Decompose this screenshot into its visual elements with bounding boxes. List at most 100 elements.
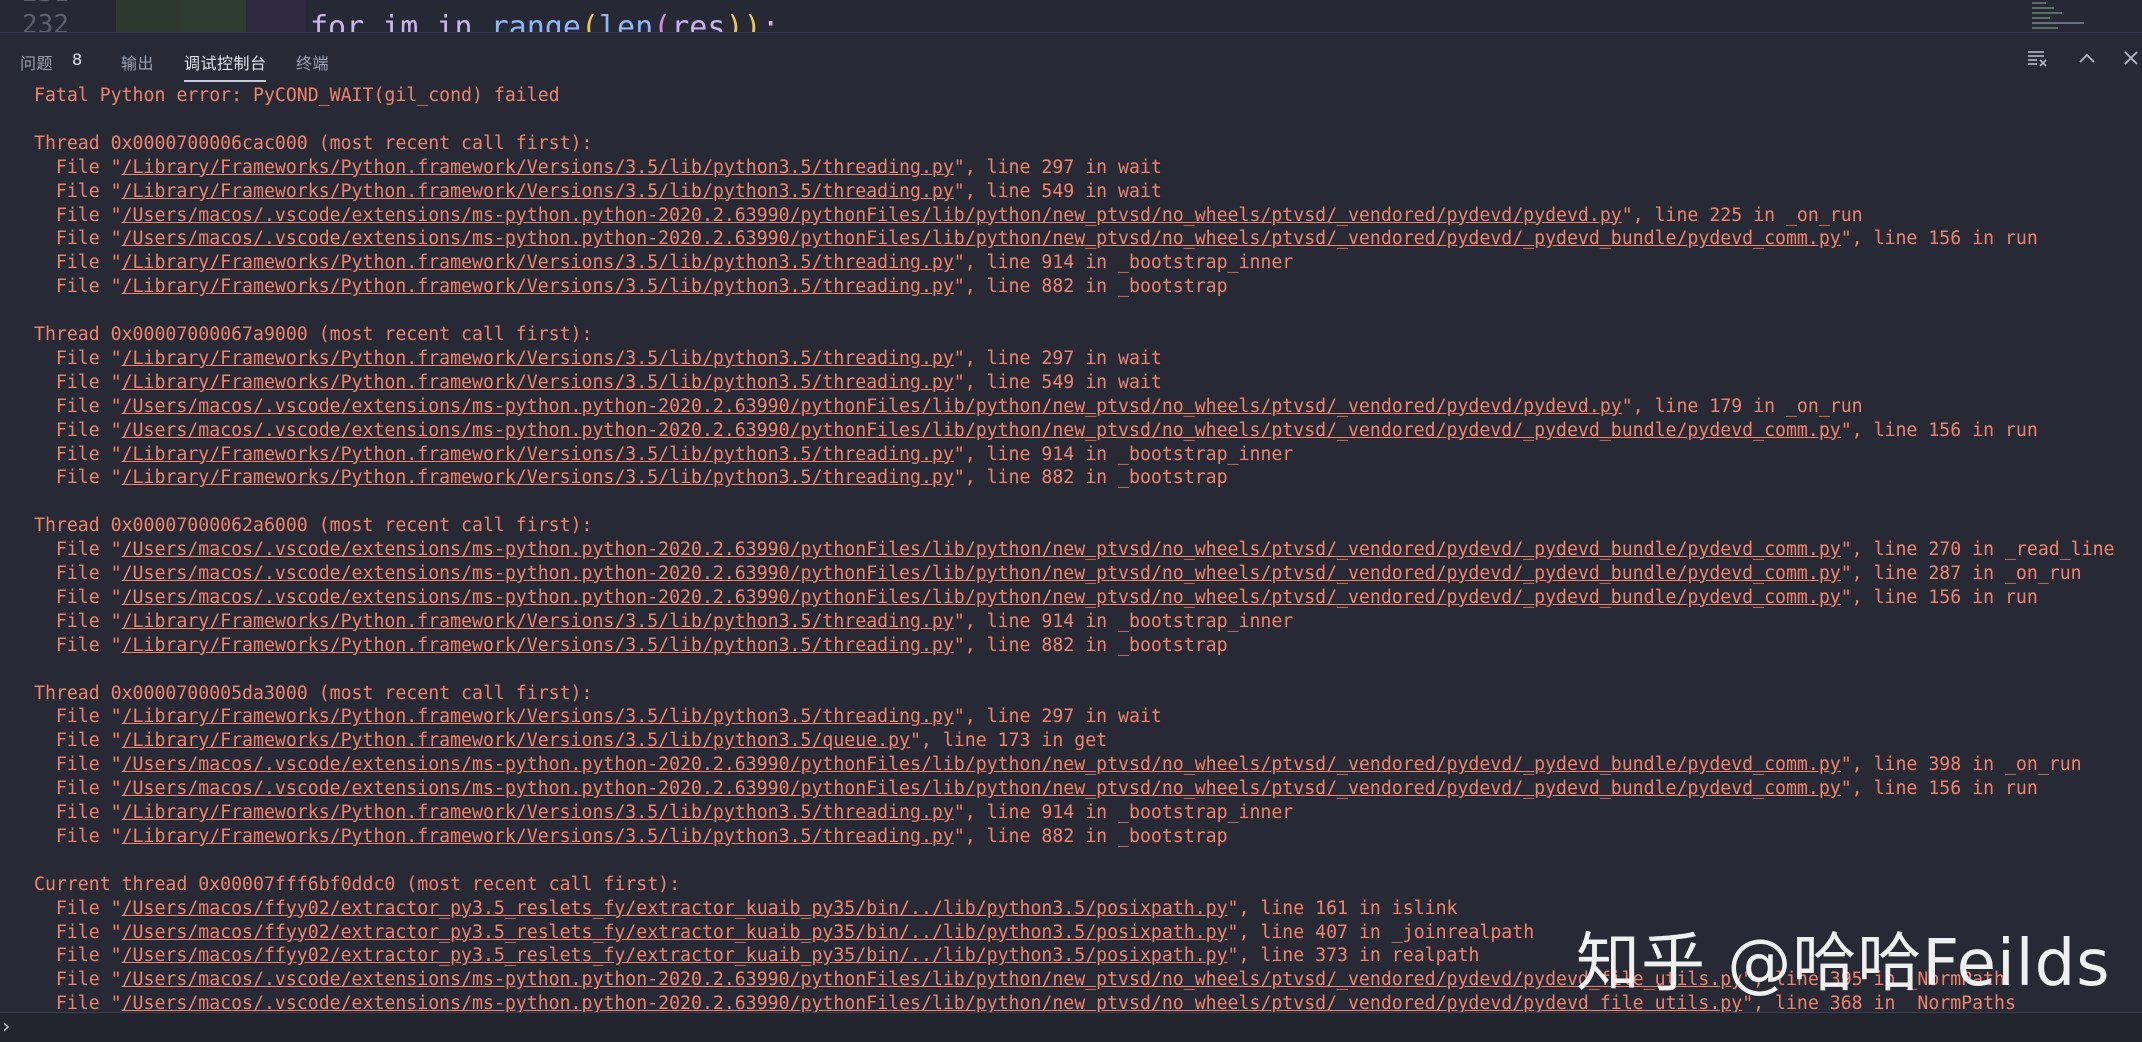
- console-line: File "/Library/Frameworks/Python.framewo…: [34, 825, 1228, 849]
- console-line-location: ", line 297 in wait: [953, 347, 1162, 369]
- tab-debug-console[interactable]: 调试控制台: [184, 50, 267, 74]
- console-line: File "/Users/macos/.vscode/extensions/ms…: [34, 395, 1863, 419]
- console-line-location: ", line 882 in _bootstrap: [953, 825, 1228, 847]
- console-line: File "/Users/macos/ffyy02/extractor_py3.…: [34, 944, 1480, 968]
- console-line: File "/Library/Frameworks/Python.framewo…: [34, 466, 1228, 490]
- code-builtin-range: range: [490, 10, 581, 32]
- file-path-link[interactable]: /Library/Frameworks/Python.framework/Ver…: [122, 826, 954, 847]
- git-gutter-added: [116, 0, 182, 32]
- console-line-text: File ": [34, 180, 122, 202]
- file-path-link[interactable]: /Users/macos/ffyy02/extractor_py3.5_resl…: [122, 922, 1228, 943]
- console-line: File "/Users/macos/.vscode/extensions/ms…: [34, 538, 2115, 562]
- console-line-location: ", line 914 in _bootstrap_inner: [953, 443, 1294, 465]
- console-line-text: File ": [34, 563, 122, 584]
- console-line-text: File ": [34, 156, 122, 178]
- console-line-text: File ": [34, 754, 122, 776]
- code-line[interactable]: for im in range(len(res)):: [310, 10, 780, 32]
- console-line-text: Fatal Python error: PyCOND_WAIT(gil_cond…: [34, 85, 560, 106]
- file-path-link[interactable]: /Users/macos/.vscode/extensions/ms-pytho…: [122, 563, 1841, 584]
- console-line-text: File ": [34, 252, 122, 274]
- console-line-location: ", line 882 in _bootstrap: [953, 467, 1228, 489]
- console-line: Thread 0x00007000067a9000 (most recent c…: [34, 323, 592, 347]
- file-path-link[interactable]: /Users/macos/.vscode/extensions/ms-pytho…: [122, 228, 1841, 249]
- file-path-link[interactable]: /Library/Frameworks/Python.framework/Ver…: [122, 276, 954, 297]
- file-path-link[interactable]: /Users/macos/.vscode/extensions/ms-pytho…: [122, 396, 1622, 417]
- console-line-location: ", line 270 in _read_line: [1840, 539, 2115, 561]
- console-line: File "/Library/Frameworks/Python.framewo…: [34, 443, 1293, 467]
- file-path-link[interactable]: /Users/macos/ffyy02/extractor_py3.5_resl…: [122, 898, 1228, 919]
- console-line-text: Thread 0x00007000062a6000 (most recent c…: [34, 515, 593, 537]
- file-path-link[interactable]: /Library/Frameworks/Python.framework/Ver…: [122, 706, 954, 727]
- console-line-text: File ": [34, 347, 122, 369]
- console-line: File "/Library/Frameworks/Python.framewo…: [34, 275, 1228, 299]
- vscode-window: 231 232 for im in range(len(res)): 问题 8 …: [0, 0, 2142, 1042]
- file-path-link[interactable]: /Library/Frameworks/Python.framework/Ver…: [122, 611, 954, 632]
- console-line-text: File ": [34, 610, 122, 632]
- console-line-location: ", line 398 in _on_run: [1840, 754, 2082, 776]
- clear-console-icon[interactable]: [2026, 47, 2048, 69]
- console-line: File "/Users/macos/.vscode/extensions/ms…: [34, 204, 1863, 228]
- file-path-link[interactable]: /Users/macos/.vscode/extensions/ms-pytho…: [122, 778, 1841, 799]
- console-line: File "/Users/macos/.vscode/extensions/ms…: [34, 419, 2038, 443]
- code-keyword: for im in: [310, 10, 491, 32]
- console-line: File "/Users/macos/ffyy02/extractor_py3.…: [34, 921, 1534, 945]
- console-line-text: File ": [34, 395, 122, 417]
- file-path-link[interactable]: /Users/macos/.vscode/extensions/ms-pytho…: [122, 205, 1622, 226]
- file-path-link[interactable]: /Library/Frameworks/Python.framework/Ver…: [122, 802, 954, 823]
- code-paren-2: (: [653, 10, 672, 32]
- tab-output[interactable]: 输出: [121, 50, 154, 74]
- console-line: File "/Library/Frameworks/Python.framewo…: [34, 801, 1293, 825]
- console-line-location: ", line 373 in realpath: [1227, 945, 1480, 967]
- maximize-panel-icon[interactable]: [2076, 47, 2098, 69]
- console-line-location: ", line 549 in wait: [953, 371, 1162, 393]
- console-line-text: File ": [34, 443, 122, 465]
- file-path-link[interactable]: /Users/macos/.vscode/extensions/ms-pytho…: [122, 993, 1743, 1012]
- console-line-text: File ": [34, 228, 122, 250]
- file-path-link[interactable]: /Library/Frameworks/Python.framework/Ver…: [122, 730, 910, 751]
- minimap[interactable]: [2032, 0, 2092, 30]
- file-path-link[interactable]: /Users/macos/.vscode/extensions/ms-pytho…: [122, 969, 1743, 990]
- console-line-location: ", line 173 in get: [910, 730, 1108, 752]
- file-path-link[interactable]: /Users/macos/ffyy02/extractor_py3.5_resl…: [122, 945, 1228, 966]
- file-path-link[interactable]: /Users/macos/.vscode/extensions/ms-pytho…: [122, 539, 1841, 560]
- console-line-location: ", line 882 in _bootstrap: [953, 276, 1228, 298]
- file-path-link[interactable]: /Users/macos/.vscode/extensions/ms-pytho…: [122, 420, 1841, 441]
- console-line: File "/Library/Frameworks/Python.framewo…: [34, 180, 1162, 204]
- file-path-link[interactable]: /Users/macos/.vscode/extensions/ms-pytho…: [122, 587, 1841, 608]
- console-line: File "/Library/Frameworks/Python.framewo…: [34, 251, 1293, 275]
- console-line-location: ", line 156 in run: [1840, 419, 2038, 441]
- console-line-location: ", line 225 in _on_run: [1621, 204, 1863, 226]
- tab-problems[interactable]: 问题: [20, 50, 53, 74]
- console-line: File "/Users/macos/ffyy02/extractor_py3.…: [34, 897, 1458, 921]
- console-line-location: ", line 287 in _on_run: [1840, 563, 2082, 584]
- file-path-link[interactable]: /Library/Frameworks/Python.framework/Ver…: [122, 181, 954, 202]
- file-path-link[interactable]: /Library/Frameworks/Python.framework/Ver…: [122, 372, 954, 393]
- file-path-link[interactable]: /Library/Frameworks/Python.framework/Ver…: [122, 348, 954, 369]
- editor-area[interactable]: 231 232 for im in range(len(res)):: [0, 0, 2142, 32]
- console-line: Thread 0x00007000062a6000 (most recent c…: [34, 514, 592, 538]
- close-panel-icon[interactable]: [2120, 47, 2142, 69]
- code-paren-close: )): [725, 10, 762, 32]
- tab-terminal[interactable]: 终端: [296, 50, 329, 74]
- console-line-location: ", line 179 in _on_run: [1621, 395, 1863, 417]
- console-line-location: ", line 914 in _bootstrap_inner: [953, 610, 1294, 632]
- debug-console-input[interactable]: ›: [0, 1012, 2142, 1042]
- console-line: File "/Users/macos/.vscode/extensions/ms…: [34, 562, 2082, 586]
- console-line-text: File ": [34, 969, 122, 991]
- console-line-location: ", line 156 in run: [1840, 778, 2038, 800]
- file-path-link[interactable]: /Library/Frameworks/Python.framework/Ver…: [122, 635, 954, 656]
- indent-guide-band: [246, 0, 306, 32]
- console-line-location: ", line 156 in run: [1840, 586, 2038, 608]
- console-line-location: ", line 161 in islink: [1227, 897, 1458, 919]
- debug-console-output[interactable]: Fatal Python error: PyCOND_WAIT(gil_cond…: [0, 82, 2142, 1012]
- console-line-text: Thread 0x00007000067a9000 (most recent c…: [34, 324, 593, 345]
- console-line-text: File ": [34, 921, 122, 943]
- console-line-text: File ": [34, 993, 122, 1012]
- file-path-link[interactable]: /Users/macos/.vscode/extensions/ms-pytho…: [122, 754, 1841, 775]
- file-path-link[interactable]: /Library/Frameworks/Python.framework/Ver…: [122, 157, 954, 178]
- chevron-right-icon: ›: [0, 1014, 13, 1038]
- file-path-link[interactable]: /Library/Frameworks/Python.framework/Ver…: [122, 252, 954, 273]
- file-path-link[interactable]: /Library/Frameworks/Python.framework/Ver…: [122, 467, 954, 488]
- file-path-link[interactable]: /Library/Frameworks/Python.framework/Ver…: [122, 444, 954, 465]
- console-line-text: File ": [34, 778, 122, 800]
